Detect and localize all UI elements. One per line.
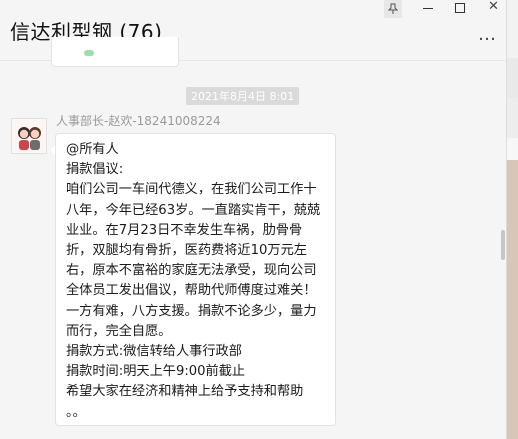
edge-block <box>507 58 518 98</box>
edge-block <box>507 0 518 58</box>
adjacent-window-edge <box>506 0 518 439</box>
sender-name: 人事部长-赵欢-18241008224 <box>56 114 221 128</box>
more-options-button[interactable]: … <box>478 24 497 45</box>
maximize-icon[interactable] <box>455 1 465 13</box>
edge-image-fragment <box>507 160 518 439</box>
previous-message-bubble <box>51 37 179 67</box>
minimize-icon[interactable] <box>423 1 433 13</box>
close-icon[interactable]: ✕ <box>488 0 499 13</box>
edge-block <box>507 98 518 138</box>
pin-icon[interactable] <box>384 0 402 18</box>
message-bubble[interactable]: @所有人 捐款倡议: 咱们公司一车间代德义，在我们公司工作十八年，今年已经63岁… <box>55 133 336 426</box>
message-text: @所有人 捐款倡议: 咱们公司一车间代德义，在我们公司工作十八年，今年已经63岁… <box>66 142 321 420</box>
chat-window: 信达利型钢 (76) … ✕ 2021年8月4日 8:01 人事部长-赵欢-18… <box>0 0 518 439</box>
scrollbar-thumb[interactable] <box>501 230 505 260</box>
sender-avatar[interactable] <box>11 118 47 154</box>
previous-message-icon <box>84 50 94 56</box>
message-timestamp: 2021年8月4日 8:01 <box>186 87 300 105</box>
